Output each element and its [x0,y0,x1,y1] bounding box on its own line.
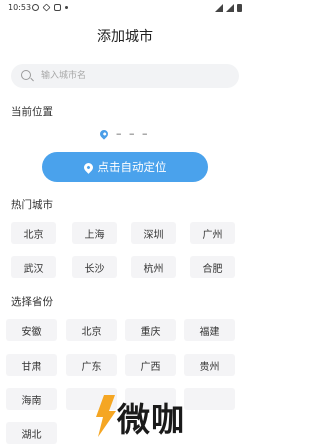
watermark-logo: 微咖 [95,393,245,441]
wifi-icon [215,4,223,12]
hot-cities-title: 热门城市 [11,199,53,211]
hot-city-chip[interactable]: 深圳 [131,222,176,244]
location-pin-icon [81,160,95,174]
hot-city-chip[interactable]: 合肥 [190,256,235,278]
add-city-page: 10:53 添加城市 当前位置 – – – 点击自动定位 热门城市 北京 上海 … [0,0,250,444]
app-icon [54,4,61,11]
battery-icon [237,4,242,12]
province-chip[interactable]: 海南 [6,388,57,410]
status-time: 10:53 [8,3,32,12]
page-title: 添加城市 [97,29,153,45]
province-chip[interactable]: 北京 [66,319,117,341]
province-chip[interactable]: 贵州 [184,354,235,376]
signal-icon [226,4,234,12]
sync-icon [32,4,39,11]
auto-locate-label: 点击自动定位 [97,160,167,174]
status-system-icons [215,4,242,12]
auto-locate-button[interactable]: 点击自动定位 [42,152,208,182]
hot-city-chip[interactable]: 武汉 [11,256,56,278]
lightning-bolt-icon [96,395,116,437]
current-location-title: 当前位置 [11,106,53,118]
notification-icon [42,3,51,12]
province-chip[interactable]: 重庆 [125,319,176,341]
province-chip[interactable]: 湖北 [6,422,57,444]
province-chip[interactable]: 福建 [184,319,235,341]
search-icon [21,70,31,80]
current-location-display: – – – [98,127,150,140]
location-pin-icon [98,127,110,140]
current-location-value: – – – [116,127,150,140]
search-bar[interactable] [11,64,239,88]
hot-city-chip[interactable]: 杭州 [131,256,176,278]
province-chip[interactable]: 安徽 [6,319,57,341]
status-bar: 10:53 [0,0,250,16]
province-chip[interactable]: 广西 [125,354,176,376]
watermark-text: 微咖 [117,400,185,439]
status-notification-icons [32,3,68,12]
province-chip[interactable]: 广东 [66,354,117,376]
provinces-title: 选择省份 [11,296,53,308]
hot-city-chip[interactable]: 北京 [11,222,56,244]
hot-city-chip[interactable]: 长沙 [72,256,117,278]
hot-city-chip[interactable]: 广州 [190,222,235,244]
province-chip[interactable]: 甘肃 [6,354,57,376]
dot-icon [65,6,68,9]
hot-city-chip[interactable]: 上海 [72,222,117,244]
search-input[interactable] [41,69,231,83]
